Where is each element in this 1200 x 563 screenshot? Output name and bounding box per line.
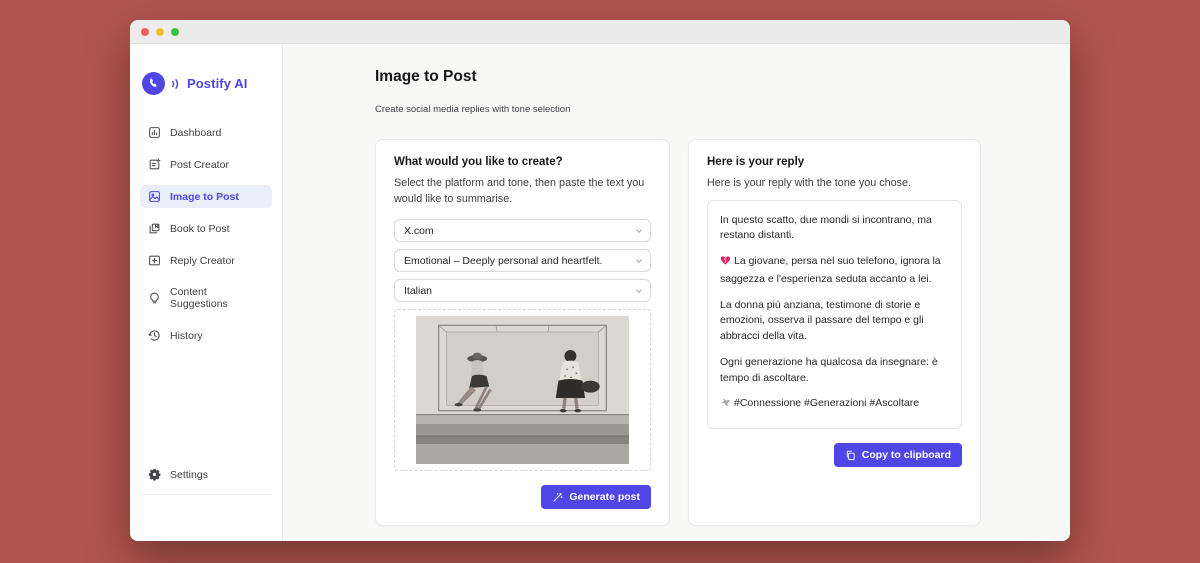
sidebar-item-label: Settings [170,469,208,481]
zoom-window-button[interactable] [171,28,179,36]
app-window: Postify AI Dashboard Post Creator Image … [130,20,1070,541]
post-creator-icon [148,158,161,171]
reply-paragraph: La donna più anziana, testimone di stori… [720,298,949,345]
sidebar-item-label: Image to Post [170,191,239,203]
reply-card: Here is your reply Here is your reply wi… [688,139,981,526]
reply-plus-icon [148,254,161,267]
sidebar-item-image-to-post[interactable]: Image to Post [140,185,272,208]
broken-heart-icon [720,255,731,272]
copy-to-clipboard-button[interactable]: Copy to clipboard [834,443,962,467]
composer-description: Select the platform and tone, then paste… [394,176,651,207]
window-titlebar [130,20,1070,44]
reply-paragraph: #Connessione #Generazioni #Ascoltare [720,396,949,414]
tone-select[interactable]: Emotional – Deeply personal and heartfel… [394,249,651,272]
sidebar-item-history[interactable]: History [140,324,272,347]
page-subtitle: Create social media replies with tone se… [375,104,981,115]
page-title: Image to Post [375,68,981,86]
reply-subtitle: Here is your reply with the tone you cho… [707,176,962,192]
reply-paragraph: Ogni generazione ha qualcosa da insegnar… [720,355,949,387]
sidebar-item-content-suggestions[interactable]: Content Suggestions [140,281,272,315]
sidebar-item-label: Reply Creator [170,255,235,267]
dashboard-chart-icon [148,126,161,139]
platform-select-value: X.com [404,225,434,237]
gear-icon [148,468,161,481]
copy-to-clipboard-label: Copy to clipboard [862,449,951,461]
sidebar-item-label: History [170,330,203,342]
magic-wand-icon [552,492,563,503]
close-window-button[interactable] [141,28,149,36]
platform-select[interactable]: X.com [394,219,651,242]
main-area: Image to Post Create social media replie… [283,44,1070,541]
minimize-window-button[interactable] [156,28,164,36]
reply-paragraph: La giovane, persa nel suo telefono, igno… [720,254,949,288]
sidebar-item-book-to-post[interactable]: Book to Post [140,217,272,240]
dove-icon [720,397,731,414]
sidebar-item-label: Book to Post [170,223,230,235]
composer-card: What would you like to create? Select th… [375,139,670,526]
reply-heading: Here is your reply [707,156,962,168]
copy-icon [845,450,856,461]
uploaded-photo [416,316,629,464]
sound-waves-icon [171,77,181,91]
sidebar-divider [142,494,270,495]
reply-paragraph: In questo scatto, due mondi si incontran… [720,213,949,245]
chevron-down-icon [635,257,643,265]
phone-sound-waves-icon [142,72,165,95]
reply-text-box: In questo scatto, due mondi si incontran… [707,200,962,430]
sidebar-nav: Dashboard Post Creator Image to Post Boo… [140,121,272,347]
generate-post-button[interactable]: Generate post [541,485,651,509]
tone-select-value: Emotional – Deeply personal and heartfel… [404,255,602,267]
sidebar-item-settings[interactable]: Settings [140,463,272,486]
history-clock-icon [148,329,161,342]
language-select-value: Italian [404,285,432,297]
book-icon [148,222,161,235]
chevron-down-icon [635,287,643,295]
app-logo: Postify AI [140,64,272,103]
sidebar-item-label: Dashboard [170,127,221,139]
chevron-down-icon [635,227,643,235]
sidebar-item-post-creator[interactable]: Post Creator [140,153,272,176]
generate-post-label: Generate post [569,491,640,503]
sidebar-item-dashboard[interactable]: Dashboard [140,121,272,144]
sidebar-item-reply-creator[interactable]: Reply Creator [140,249,272,272]
sidebar-item-label: Post Creator [170,159,229,171]
image-dropzone[interactable] [394,309,651,471]
sidebar-item-label: Content Suggestions [170,286,264,310]
sidebar: Postify AI Dashboard Post Creator Image … [130,44,283,541]
language-select[interactable]: Italian [394,279,651,302]
lightbulb-icon [148,292,161,305]
composer-heading: What would you like to create? [394,156,651,168]
app-name: Postify AI [187,76,247,91]
image-icon [148,190,161,203]
